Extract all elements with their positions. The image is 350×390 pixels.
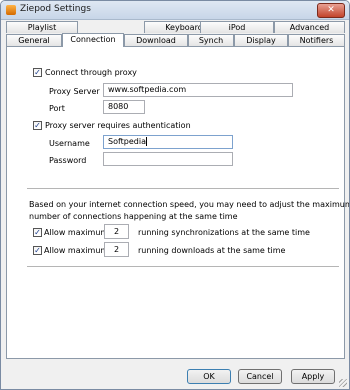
- ok-button[interactable]: OK: [187, 369, 231, 384]
- tab-connection[interactable]: Connection: [62, 33, 124, 47]
- port-label: Port: [49, 104, 65, 113]
- max-sync-suffix: running synchronizations at the same tim…: [138, 228, 310, 237]
- max-sync-label: Allow maximum: [44, 228, 109, 237]
- max-downloads-suffix: running downloads at the same time: [138, 246, 286, 255]
- proxy-server-label: Proxy Server: [49, 87, 100, 96]
- max-sync-checkbox[interactable]: ✓: [33, 228, 42, 237]
- username-label: Username: [49, 139, 90, 148]
- tab-display[interactable]: Display: [234, 34, 288, 46]
- max-downloads-checkbox[interactable]: ✓: [33, 246, 42, 255]
- username-value: Softpedia: [108, 137, 146, 146]
- info-text-line1: Based on your internet connection speed,…: [29, 200, 350, 209]
- title-bar[interactable]: Ziepod Settings ✕: [1, 1, 349, 20]
- cancel-button[interactable]: Cancel: [238, 369, 282, 384]
- apply-button[interactable]: Apply: [291, 369, 335, 384]
- proxy-server-input[interactable]: www.softpedia.com: [103, 83, 293, 97]
- tab-notifiers[interactable]: Notifiers: [288, 34, 345, 46]
- username-input[interactable]: Softpedia: [103, 135, 233, 149]
- connection-panel: ✓ Connect through proxy Proxy Server www…: [6, 46, 349, 359]
- use-proxy-checkbox[interactable]: ✓: [33, 68, 42, 77]
- max-downloads-input[interactable]: 2: [104, 242, 129, 257]
- info-text-line2: number of connections happening at the s…: [29, 212, 238, 221]
- tab-ipod[interactable]: iPod: [200, 21, 274, 33]
- close-button[interactable]: ✕: [317, 3, 345, 18]
- password-input[interactable]: [103, 152, 233, 166]
- separator: [27, 266, 339, 267]
- use-proxy-label: Connect through proxy: [45, 68, 137, 77]
- requires-auth-checkbox[interactable]: ✓: [33, 121, 42, 130]
- tab-advanced[interactable]: Advanced: [274, 21, 345, 33]
- password-label: Password: [49, 156, 87, 165]
- tab-general[interactable]: General: [6, 34, 62, 46]
- tab-synch[interactable]: Synch: [188, 34, 234, 46]
- max-sync-input[interactable]: 2: [104, 224, 129, 239]
- resize-grip[interactable]: [339, 379, 347, 387]
- text-caret: [146, 137, 147, 146]
- tab-download[interactable]: Download: [124, 34, 188, 46]
- settings-window: Ziepod Settings ✕ Playlist Keyboard iPod…: [0, 0, 350, 390]
- tab-playlist[interactable]: Playlist: [6, 21, 78, 33]
- max-downloads-label: Allow maximum: [44, 246, 109, 255]
- app-icon: [6, 5, 16, 15]
- separator: [27, 188, 339, 189]
- window-title: Ziepod Settings: [20, 4, 91, 14]
- port-input[interactable]: 8080: [103, 100, 145, 114]
- requires-auth-label: Proxy server requires authentication: [45, 121, 191, 130]
